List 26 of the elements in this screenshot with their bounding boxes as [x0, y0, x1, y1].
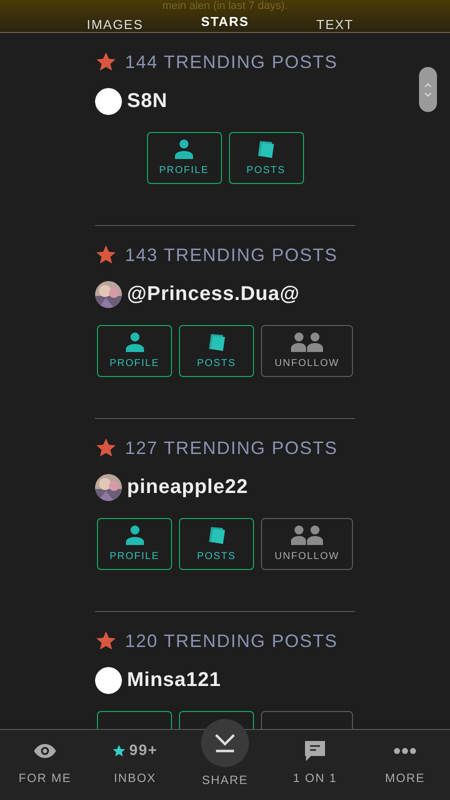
posts-button[interactable]: POSTS	[179, 518, 254, 570]
tab[interactable]: IMAGES	[80, 17, 150, 32]
nav-share[interactable]: SHARE	[180, 719, 270, 800]
unread-count: 99+	[129, 740, 158, 761]
caption-text: mein alen (in last 7 days).	[162, 0, 288, 13]
tab[interactable]: TEXT	[300, 17, 370, 32]
profile-button[interactable]: PROFILE	[146, 132, 222, 184]
post-count: 143 TRENDING POSTS	[125, 244, 338, 266]
nav-inbox[interactable]: 99+ INBOX	[90, 730, 180, 800]
username: Minsa121	[127, 668, 222, 693]
unfollow-button[interactable]: UNFOLLOW	[261, 518, 353, 570]
post-count: 120 TRENDING POSTS	[125, 630, 338, 652]
tab[interactable]: STARS	[190, 14, 260, 29]
nav-more[interactable]: MORE	[360, 730, 450, 800]
posts-button[interactable]: POSTS	[228, 132, 304, 184]
posts-button[interactable]: POSTS	[179, 325, 254, 377]
post-count: 144 TRENDING POSTS	[125, 50, 338, 74]
profile-button[interactable]: PROFILE	[97, 325, 172, 377]
profile-button[interactable]: PROFILE	[97, 518, 172, 570]
nav-for-me[interactable]: FOR ME	[0, 730, 90, 800]
username: @Princess.Dua@	[127, 282, 300, 307]
nav-chat[interactable]: 1 ON 1	[270, 730, 360, 800]
post-count: 127 TRENDING POSTS	[125, 436, 338, 460]
username: S8N	[127, 89, 168, 114]
unfollow-button[interactable]: UNFOLLOW	[261, 325, 353, 377]
username: pineapple22	[127, 475, 248, 500]
